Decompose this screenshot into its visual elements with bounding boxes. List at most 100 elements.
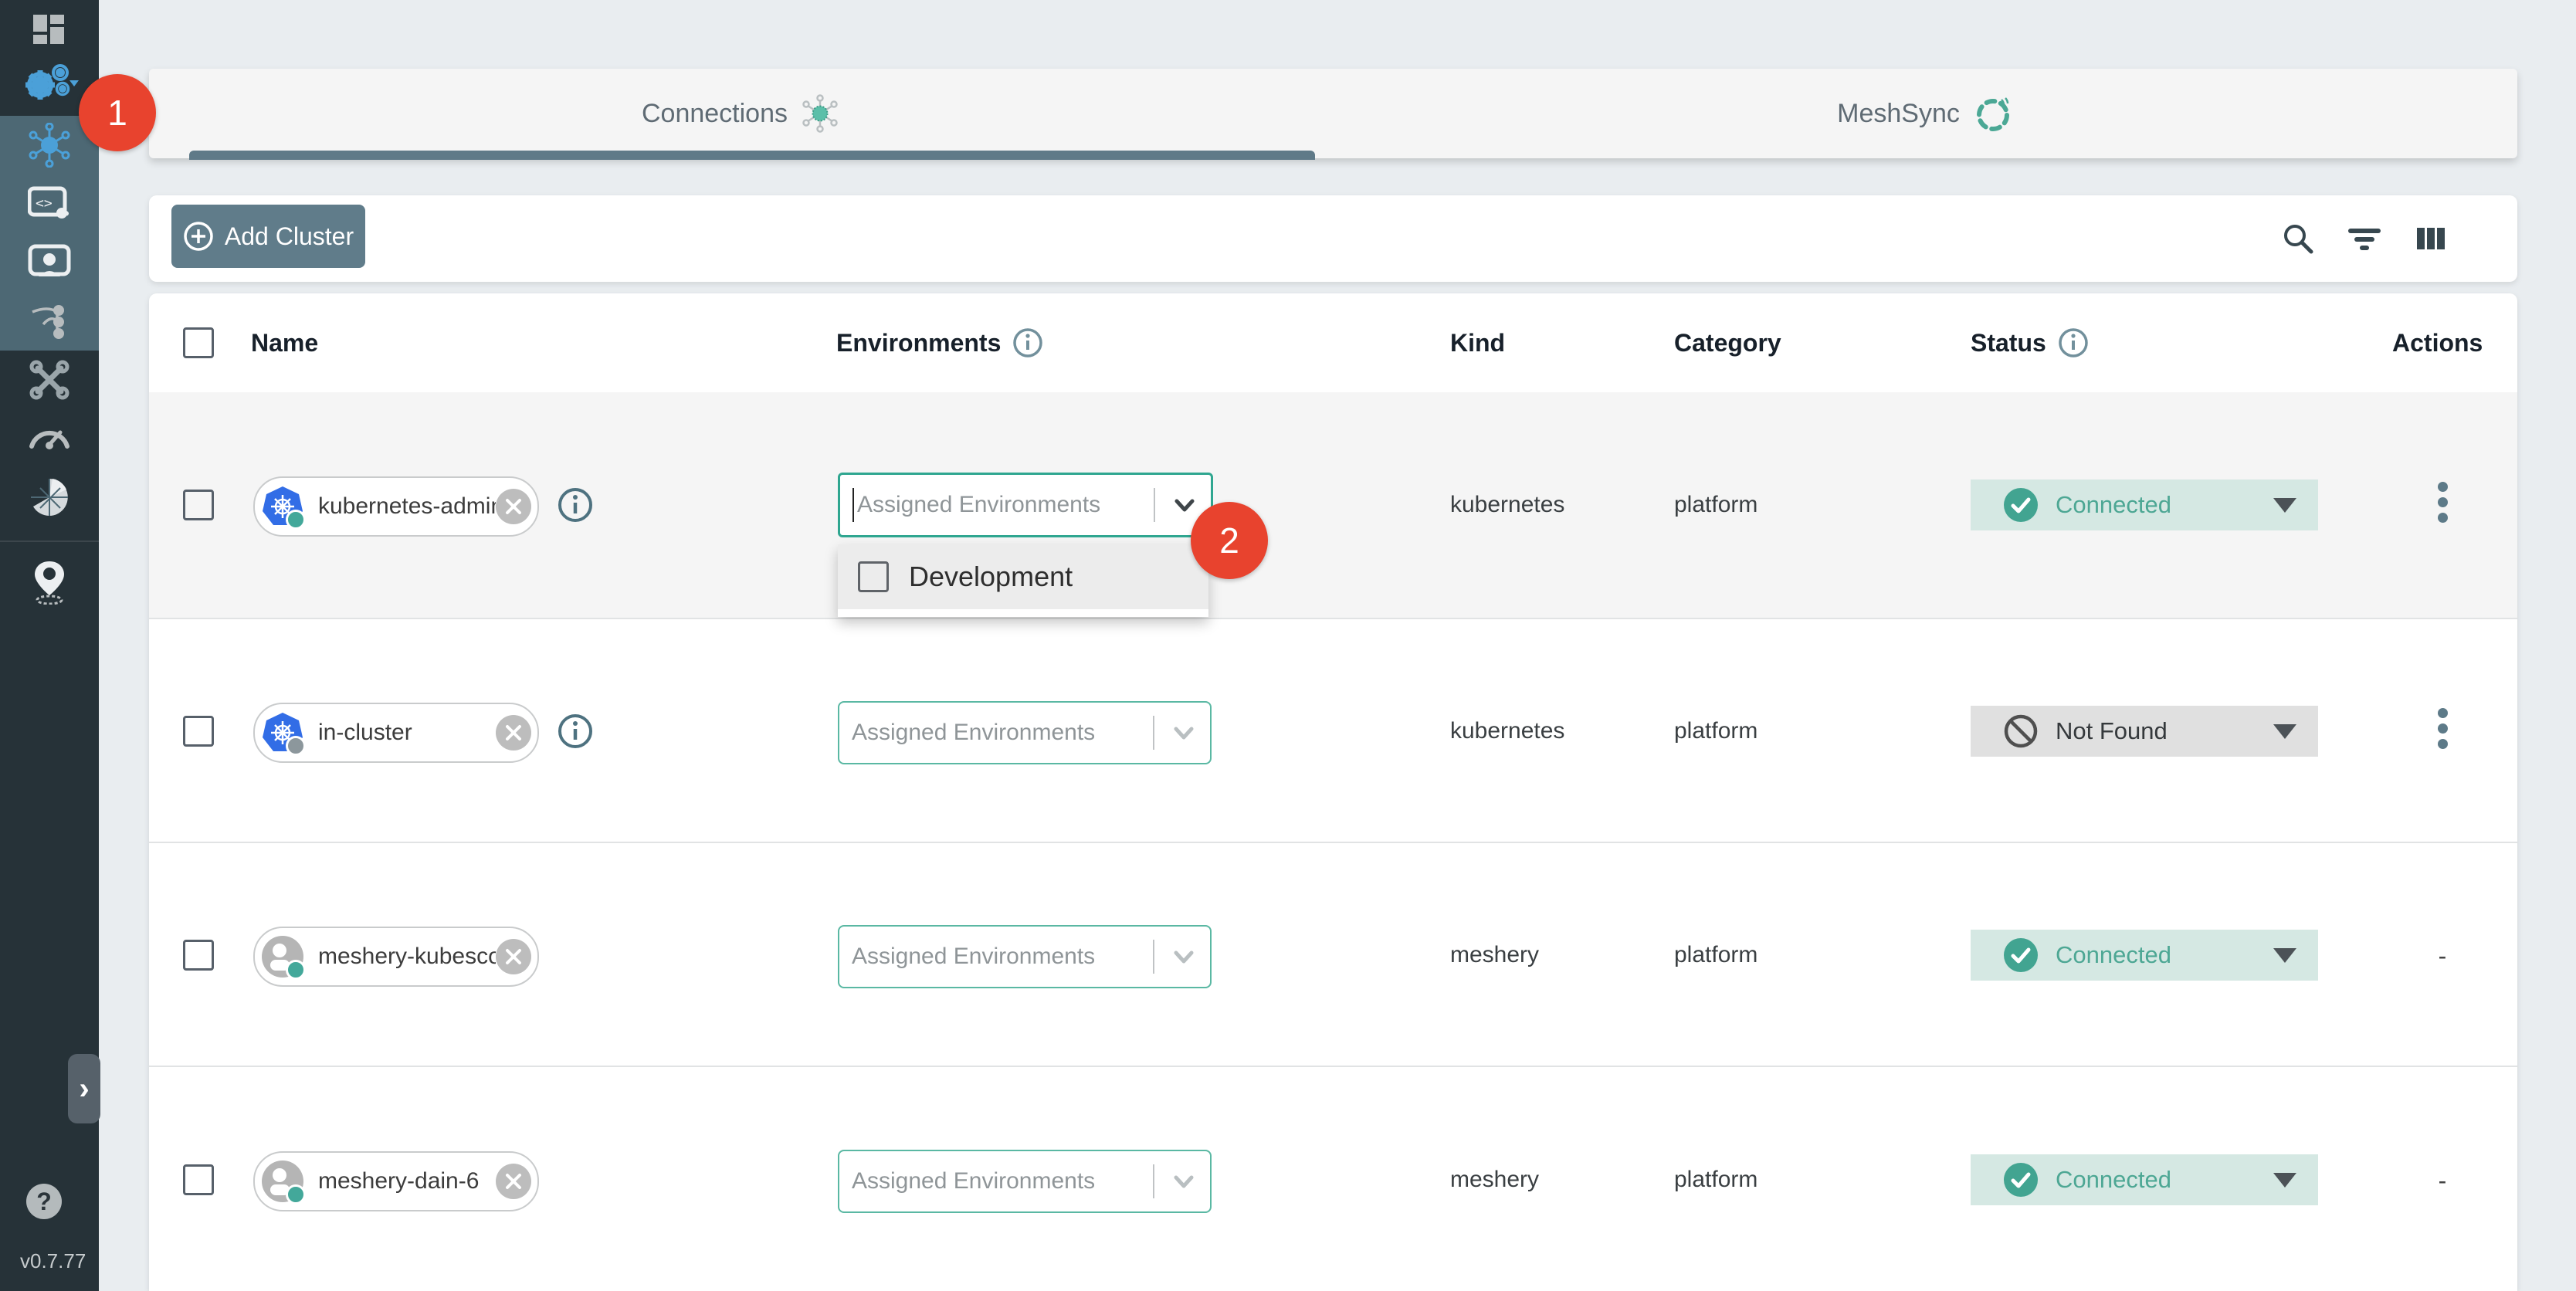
chevron-down-icon[interactable]	[1168, 1166, 1199, 1197]
active-tab-indicator	[189, 151, 1315, 160]
info-icon[interactable]	[557, 713, 594, 750]
sidebar-item-adapters[interactable]: <>	[0, 175, 99, 233]
tabs-bar: Connections MeshSync	[149, 69, 2517, 158]
crossed-wrenches-icon	[29, 359, 70, 401]
sidebar-expand-button[interactable]: ›	[68, 1054, 100, 1123]
actions-empty: -	[2419, 942, 2466, 971]
status-select[interactable]: Not Found	[1971, 706, 2318, 757]
category-cell: platform	[1674, 619, 1757, 843]
row-checkbox[interactable]	[183, 490, 214, 520]
kubernetes-icon	[261, 485, 304, 528]
add-cluster-label: Add Cluster	[225, 222, 354, 251]
connection-chip[interactable]: meshery-dain-6	[253, 1151, 539, 1211]
column-environments[interactable]: Environments	[836, 293, 1044, 392]
column-name[interactable]: Name	[251, 293, 318, 392]
column-kind[interactable]: Kind	[1450, 293, 1505, 392]
status-select[interactable]: Connected	[1971, 1154, 2318, 1205]
dropdown-arrow-icon	[2273, 724, 2296, 739]
location-pin-icon	[32, 560, 66, 605]
environment-option-development[interactable]: Development	[838, 544, 1208, 609]
connection-status-dot	[286, 960, 306, 980]
not-found-icon	[2003, 713, 2039, 749]
actions-empty: -	[2419, 1167, 2466, 1195]
connection-chip[interactable]: meshery-kubescop...	[253, 927, 539, 987]
tab-connections-label: Connections	[642, 99, 788, 129]
sidebar-item-performance[interactable]	[0, 406, 99, 465]
filter-icon[interactable]	[2347, 222, 2381, 256]
sidebar-item-dashboard[interactable]	[0, 0, 99, 59]
close-icon[interactable]	[496, 715, 531, 751]
option-checkbox[interactable]	[858, 561, 889, 592]
category-cell: platform	[1674, 392, 1757, 618]
chevron-down-icon[interactable]	[1168, 941, 1199, 972]
environments-placeholder: Assigned Environments	[857, 492, 1154, 518]
meshsync-spinner-icon	[1972, 93, 2014, 134]
connection-name: meshery-kubescop...	[318, 944, 496, 970]
environments-select[interactable]: Assigned Environments	[838, 473, 1213, 537]
status-label: Not Found	[2056, 717, 2273, 745]
sidebar-item-configuration[interactable]	[0, 351, 99, 409]
column-actions: Actions	[2392, 293, 2483, 392]
column-status[interactable]: Status	[1971, 293, 2090, 392]
user-avatar-icon	[261, 935, 304, 978]
connected-icon	[2003, 1162, 2039, 1198]
connected-icon	[2003, 487, 2039, 523]
column-category[interactable]: Category	[1674, 293, 1781, 392]
close-icon[interactable]	[496, 1164, 531, 1199]
app-version: v0.7.77	[20, 1249, 86, 1273]
info-icon[interactable]	[1012, 327, 1044, 359]
columns-icon[interactable]	[2414, 222, 2448, 256]
user-avatar-icon	[261, 1160, 304, 1203]
status-label: Connected	[2056, 941, 2273, 969]
row-checkbox[interactable]	[183, 940, 214, 971]
tab-meshsync[interactable]: MeshSync	[1334, 69, 2517, 158]
table-toolbar: Add Cluster	[149, 195, 2517, 282]
select-divider	[1153, 716, 1154, 750]
select-all-checkbox[interactable]	[183, 327, 214, 358]
environments-select[interactable]: Assigned Environments	[838, 1150, 1212, 1213]
table-row: in-cluster Assigned Environments kuberne…	[149, 618, 2517, 843]
gauge-icon	[27, 420, 72, 451]
connection-chip[interactable]: in-cluster	[253, 703, 539, 763]
dropdown-arrow-icon	[2273, 1173, 2296, 1188]
step-badge-2: 2	[1191, 502, 1268, 579]
help-button[interactable]: ?	[26, 1184, 62, 1219]
environments-placeholder: Assigned Environments	[852, 720, 1153, 746]
sidebar-item-service-mesh[interactable]	[0, 292, 99, 351]
kebab-menu-icon[interactable]	[2419, 482, 2466, 523]
connection-name: in-cluster	[318, 720, 496, 746]
close-icon[interactable]	[496, 489, 531, 524]
kubernetes-icon	[261, 711, 304, 754]
connections-mesh-icon	[27, 123, 72, 168]
code-window-icon: <>	[28, 185, 71, 222]
sidebar-item-designs[interactable]	[0, 233, 99, 292]
plus-circle-icon	[183, 221, 214, 252]
row-checkbox[interactable]	[183, 716, 214, 747]
row-checkbox[interactable]	[183, 1164, 214, 1195]
status-select[interactable]: Connected	[1971, 479, 2318, 530]
environments-select[interactable]: Assigned Environments	[838, 925, 1212, 988]
dropdown-arrow-icon	[2273, 948, 2296, 963]
chevron-down-icon[interactable]	[1169, 490, 1200, 520]
add-cluster-button[interactable]: Add Cluster	[171, 205, 365, 268]
dropdown-arrow-icon	[2273, 498, 2296, 513]
chevron-down-icon[interactable]	[1168, 717, 1199, 748]
connection-name: meshery-dain-6	[318, 1168, 496, 1194]
search-icon[interactable]	[2281, 222, 2315, 256]
info-icon[interactable]	[557, 486, 594, 524]
kebab-menu-icon[interactable]	[2419, 708, 2466, 749]
dashboard-grid-icon	[32, 12, 67, 47]
sidebar-item-extensions[interactable]	[0, 468, 99, 527]
text-cursor	[852, 488, 854, 522]
sidebar: <>	[0, 0, 99, 1291]
pie-segments-icon	[29, 476, 70, 518]
close-icon[interactable]	[496, 939, 531, 974]
environments-select[interactable]: Assigned Environments	[838, 701, 1212, 764]
tab-connections[interactable]: Connections	[149, 69, 1333, 158]
table-row: kubernetes-admin... Assigned Environment…	[149, 392, 2517, 618]
connection-chip[interactable]: kubernetes-admin...	[253, 476, 539, 537]
info-icon[interactable]	[2057, 327, 2090, 359]
sidebar-item-get-started[interactable]	[0, 553, 99, 612]
status-select[interactable]: Connected	[1971, 930, 2318, 981]
gears-icon	[20, 60, 79, 107]
